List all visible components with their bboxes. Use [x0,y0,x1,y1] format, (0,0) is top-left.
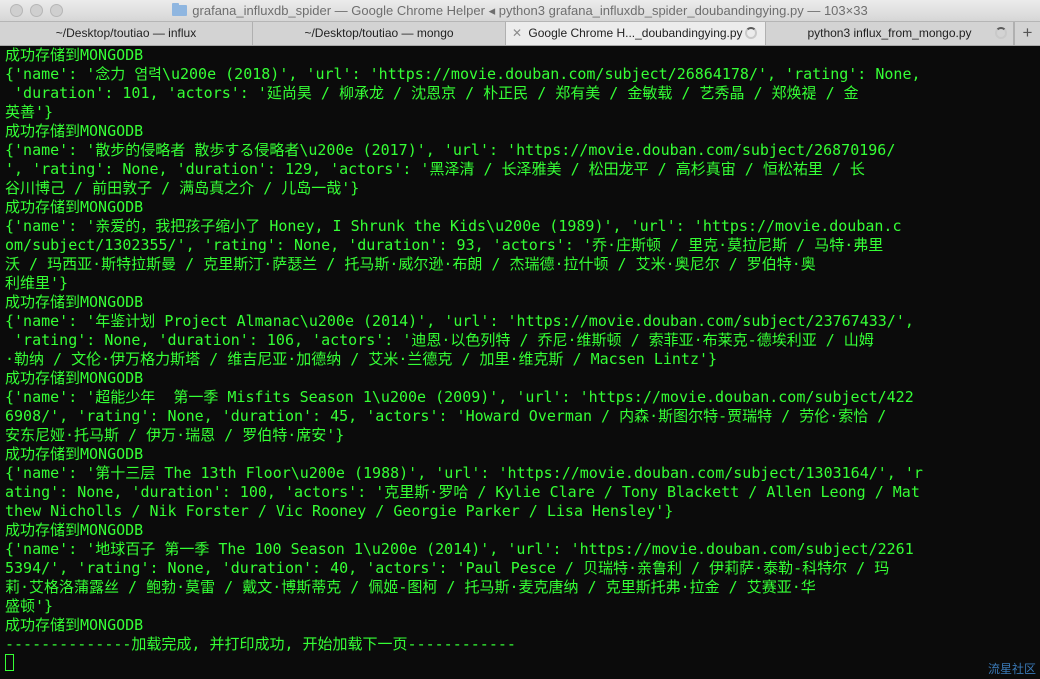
terminal-line: ', 'rating': None, 'duration': 129, 'act… [5,160,865,178]
watermark: 流星社区 [987,662,1036,676]
terminal-line: 5394/', 'rating': None, 'duration': 40, … [5,559,890,577]
terminal-line: 'duration': 101, 'actors': '延尚昊 / 柳承龙 / … [5,84,859,102]
terminal-line: 成功存储到MONGODB [5,293,144,311]
tab-influx[interactable]: ~/Desktop/toutiao — influx [0,22,253,45]
terminal-line: {'name': '超能少年 第一季 Misfits Season 1\u200… [5,388,914,406]
terminal-line: 谷川博己 / 前田敦子 / 满岛真之介 / 儿岛一哉'} [5,179,360,197]
tab-label: ~/Desktop/toutiao — influx [55,26,197,40]
tab-label: python3 influx_from_mongo.py [807,26,972,40]
terminal-line: 6908/', 'rating': None, 'duration': 45, … [5,407,887,425]
terminal-line: 沃 / 玛西亚·斯特拉斯曼 / 克里斯汀·萨瑟兰 / 托马斯·威尔逊·布朗 / … [5,255,816,273]
terminal-output[interactable]: 成功存储到MONGODB {'name': '念力 염력\u200e (2018… [0,46,1040,679]
terminal-line: 莉·艾格洛蒲露丝 / 鲍勃·莫雷 / 戴文·博斯蒂克 / 佩姬-图柯 / 托马斯… [5,578,816,596]
terminal-line: {'name': '第十三层 The 13th Floor\u200e (198… [5,464,923,482]
terminal-line: ating': None, 'duration': 100, 'actors':… [5,483,920,501]
terminal-line: 成功存储到MONGODB [5,521,144,539]
activity-spinner-icon [745,27,757,39]
terminal-line: thew Nicholls / Nik Forster / Vic Rooney… [5,502,674,520]
tab-bar: ~/Desktop/toutiao — influx ~/Desktop/tou… [0,22,1040,46]
terminal-line: ·勒纳 / 文伦·伊万格力斯塔 / 维吉尼亚·加德纳 / 艾米·兰德克 / 加里… [5,350,718,368]
terminal-prompt-line [5,654,1035,673]
tab-label: Google Chrome H..._doubandingying.py [528,26,743,40]
terminal-line: om/subject/1302355/', 'rating': None, 'd… [5,236,884,254]
terminal-line: 成功存储到MONGODB [5,369,144,387]
tab-mongo[interactable]: ~/Desktop/toutiao — mongo [253,22,506,45]
terminal-line: {'name': '地球百子 第一季 The 100 Season 1\u200… [5,540,914,558]
terminal-line: 成功存储到MONGODB [5,46,144,64]
tab-chrome-helper[interactable]: ✕ Google Chrome H..._doubandingying.py [506,22,766,45]
window-title: grafana_influxdb_spider — Google Chrome … [192,3,868,18]
terminal-line: {'name': '念力 염력\u200e (2018)', 'url': 'h… [5,65,921,83]
terminal-line: 盛顿'} [5,597,54,615]
terminal-line: 英善'} [5,103,54,121]
activity-spinner-icon [995,27,1007,39]
terminal-line: 成功存储到MONGODB [5,445,144,463]
tab-influx-from-mongo[interactable]: python3 influx_from_mongo.py [766,22,1014,45]
tab-label: ~/Desktop/toutiao — mongo [304,26,454,40]
terminal-line: 安东尼娅·托马斯 / 伊万·瑞恩 / 罗伯特·席安'} [5,426,345,444]
terminal-line: 成功存储到MONGODB [5,616,144,634]
terminal-line: 'rating': None, 'duration': 106, 'actors… [5,331,874,349]
window-title-container: grafana_influxdb_spider — Google Chrome … [0,3,1040,19]
terminal-line: --------------加载完成, 并打印成功, 开始加载下一页------… [5,635,516,653]
terminal-line: 成功存储到MONGODB [5,122,144,140]
terminal-line: 成功存储到MONGODB [5,198,144,216]
folder-icon [172,3,188,16]
terminal-line: {'name': '亲爱的，我把孩子缩小了 Honey, I Shrunk th… [5,217,902,235]
terminal-line: 利维里'} [5,274,69,292]
terminal-cursor[interactable] [5,654,14,671]
new-tab-button[interactable]: + [1014,22,1040,45]
terminal-line: {'name': '散步的侵略者 散歩する侵略者\u200e (2017)', … [5,141,896,159]
close-tab-icon[interactable]: ✕ [512,22,522,45]
window-titlebar: grafana_influxdb_spider — Google Chrome … [0,0,1040,22]
terminal-line: {'name': '年鉴计划 Project Almanac\u200e (20… [5,312,914,330]
